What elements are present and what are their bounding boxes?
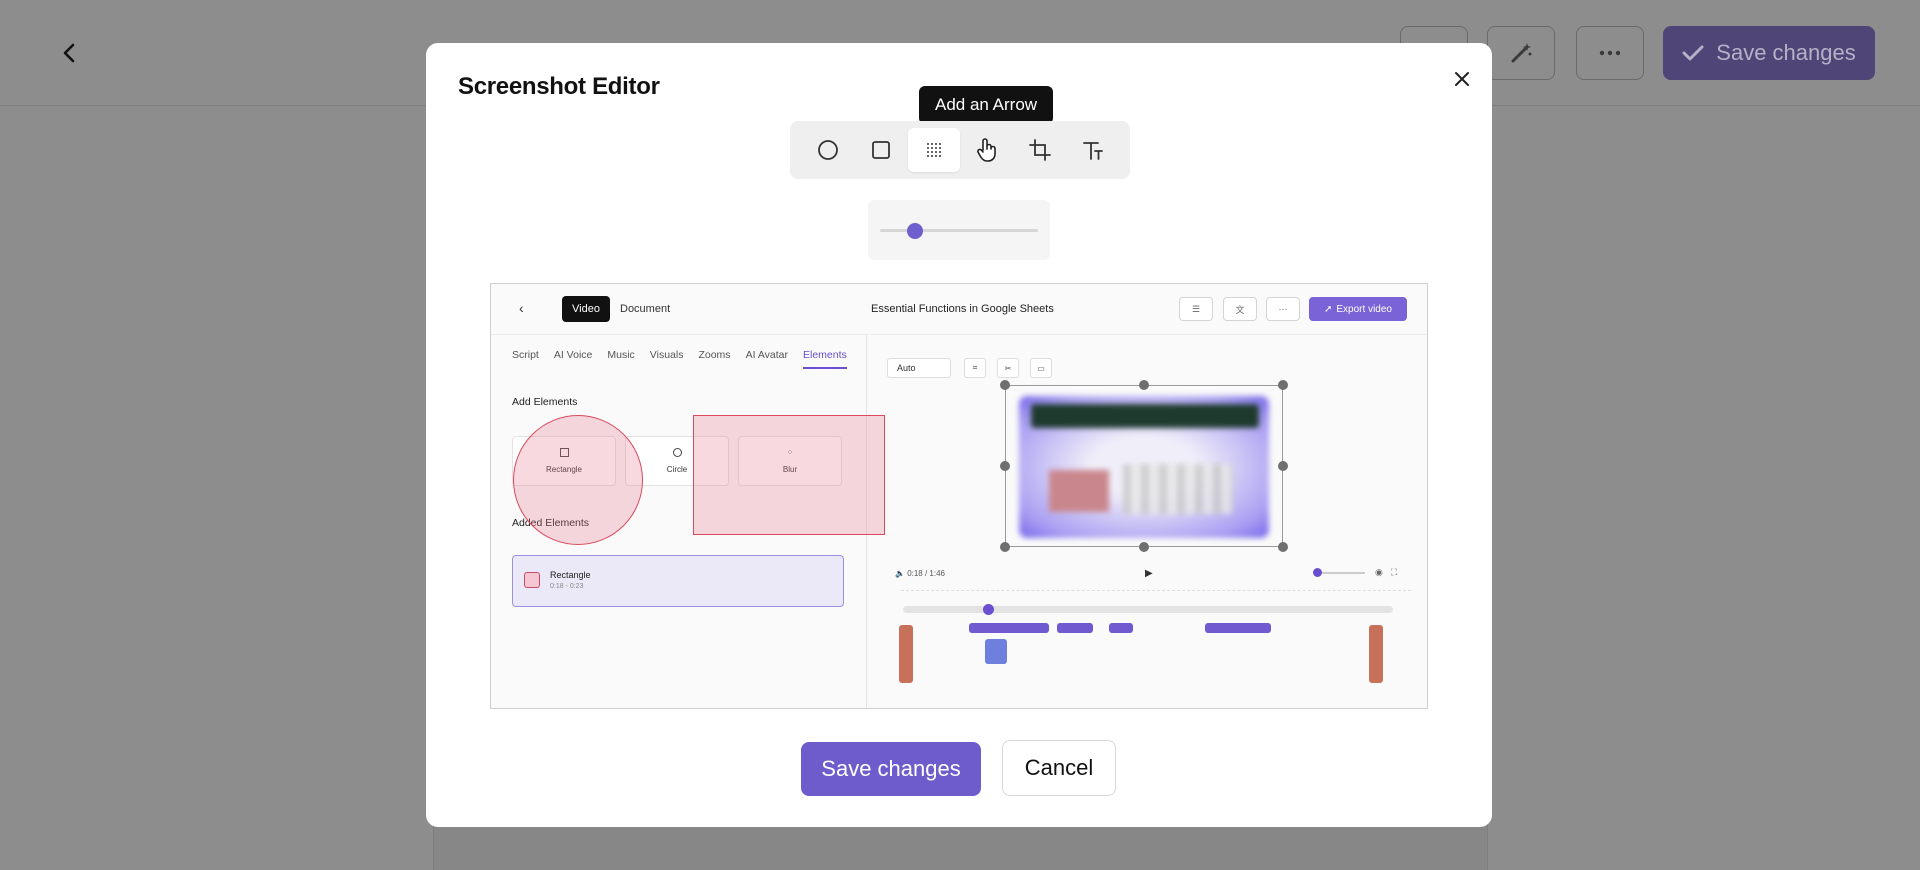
- screenshot-preview[interactable]: ‹ Video Document Essential Functions in …: [490, 283, 1428, 709]
- preview-timeline-start-cap: [899, 625, 913, 683]
- preview-doc-title: Essential Functions in Google Sheets: [871, 303, 1054, 315]
- annotation-toolbar: [790, 121, 1130, 179]
- preview-scissors-icon: ✂: [997, 358, 1019, 378]
- close-button[interactable]: [1446, 63, 1478, 95]
- preview-back-icon: ‹: [519, 300, 524, 316]
- save-changes-button[interactable]: Save changes: [801, 742, 981, 796]
- preview-export-button: ➚ Export video: [1309, 297, 1407, 321]
- circle-tool[interactable]: [802, 128, 854, 172]
- resize-handle: [1278, 542, 1288, 552]
- preview-time-readout: 🔈 0:18 / 1:46: [895, 569, 945, 578]
- preview-card-label: Circle: [666, 465, 688, 474]
- text-tool[interactable]: [1067, 128, 1119, 172]
- chevron-left-icon[interactable]: [54, 38, 84, 68]
- text-icon: [1083, 142, 1103, 160]
- magic-wand-button[interactable]: [1487, 26, 1555, 80]
- background-save-label: Save changes: [1716, 40, 1856, 65]
- preview-element-block: [985, 639, 1007, 664]
- preview-ruler: [901, 590, 1411, 600]
- preview-tab-zooms: Zooms: [698, 349, 731, 361]
- preview-volume-track: [1317, 572, 1365, 574]
- blur-tool[interactable]: [908, 128, 960, 172]
- circle-annotation[interactable]: [513, 415, 643, 545]
- preview-video-toggle: Video: [562, 296, 610, 322]
- preview-fullscreen-icon: ⛶: [1391, 567, 1398, 577]
- tooltip: Add an Arrow: [919, 86, 1054, 124]
- square-icon: [872, 141, 890, 159]
- preview-caption-icon: ▭: [1030, 358, 1052, 378]
- more-options-button[interactable]: [1576, 26, 1644, 80]
- resize-handle: [1000, 380, 1010, 390]
- cancel-button[interactable]: Cancel: [1002, 740, 1116, 796]
- preview-circle-icon: [672, 448, 682, 457]
- preview-added-item: Rectangle 0:18 - 0:23: [512, 555, 844, 607]
- circle-icon: [818, 140, 838, 160]
- preview-tab-elements: Elements: [802, 349, 847, 369]
- rocket-icon: ➚: [1324, 303, 1333, 315]
- arrow-tool[interactable]: [961, 128, 1013, 172]
- resize-handle: [1000, 461, 1010, 471]
- resize-handle: [1139, 380, 1149, 390]
- preview-translate-icon: 文: [1223, 297, 1257, 321]
- preview-crop-icon: ⌗: [964, 358, 986, 378]
- preview-eye-icon: ◉: [1375, 567, 1383, 577]
- preview-clip: [1205, 623, 1271, 633]
- preview-clip: [1109, 623, 1133, 633]
- slider-thumb[interactable]: [907, 223, 923, 239]
- preview-tab-ai-avatar: AI Avatar: [745, 349, 788, 361]
- preview-divider: [491, 334, 1427, 335]
- preview-added-swatch: [524, 572, 540, 588]
- resize-handle: [1000, 542, 1010, 552]
- preview-tab-ai-voice: AI Voice: [553, 349, 593, 361]
- screenshot-editor-modal: Screenshot Editor Add an Arrow ‹ Video D…: [426, 43, 1492, 827]
- crop-tool[interactable]: [1014, 128, 1066, 172]
- rectangle-tool[interactable]: [855, 128, 907, 172]
- preview-selection-frame: [1005, 385, 1283, 547]
- preview-clip: [1057, 623, 1093, 633]
- preview-play-icon: ▶: [1145, 568, 1153, 579]
- rectangle-annotation[interactable]: [693, 415, 885, 535]
- preview-add-elements-label: Add Elements: [512, 396, 578, 408]
- check-icon: [1682, 45, 1704, 61]
- blur-intensity-slider[interactable]: [868, 200, 1050, 260]
- preview-timeline-end-cap: [1369, 625, 1383, 683]
- modal-title: Screenshot Editor: [458, 73, 660, 100]
- background-save-button[interactable]: Save changes: [1663, 26, 1875, 80]
- close-icon: [1455, 72, 1469, 86]
- preview-volume-thumb: [1313, 568, 1322, 577]
- blur-grid-icon: [927, 143, 941, 157]
- preview-export-label: Export video: [1336, 303, 1392, 315]
- slider-track: [880, 229, 1038, 232]
- preview-document-toggle: Document: [620, 303, 671, 315]
- more-horizontal-icon: [1599, 50, 1621, 56]
- preview-tabs: Script AI Voice Music Visuals Zooms AI A…: [512, 349, 847, 369]
- preview-time-text: 0:18 / 1:46: [907, 569, 945, 578]
- preview-tab-music: Music: [607, 349, 635, 361]
- resize-handle: [1278, 380, 1288, 390]
- preview-list-icon: ☰: [1179, 297, 1213, 321]
- crop-icon: [1029, 139, 1051, 161]
- preview-timeline: [903, 606, 1393, 613]
- preview-tab-visuals: Visuals: [649, 349, 684, 361]
- magic-wand-icon: [1511, 43, 1532, 63]
- hand-pointer-icon: [977, 138, 996, 162]
- preview-added-name: Rectangle: [550, 570, 591, 580]
- preview-clip: [969, 623, 1049, 633]
- preview-playhead: [983, 604, 994, 615]
- preview-added-time: 0:18 - 0:23: [550, 583, 584, 590]
- preview-tab-script: Script: [512, 349, 539, 361]
- preview-auto-select: Auto: [887, 358, 951, 378]
- resize-handle: [1139, 542, 1149, 552]
- preview-more-icon: ···: [1266, 297, 1300, 321]
- resize-handle: [1278, 461, 1288, 471]
